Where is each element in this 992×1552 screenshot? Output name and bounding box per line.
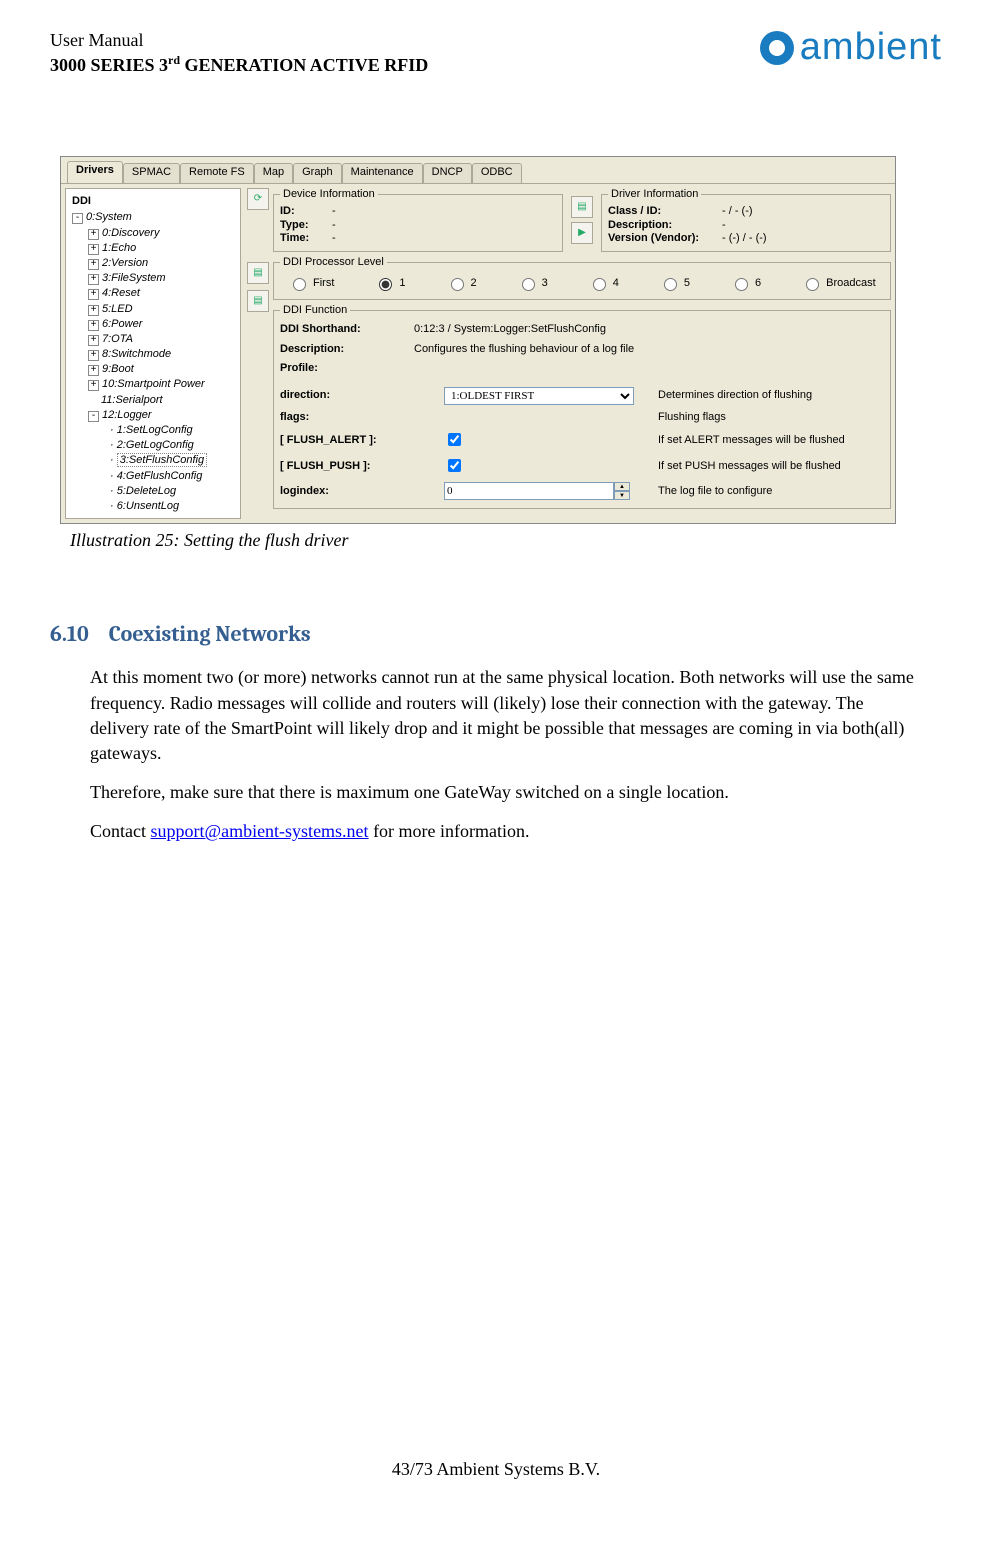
tree-node[interactable]: +9:Boot [88, 362, 238, 377]
func-help: The log file to configure [658, 485, 884, 498]
proc-level-4[interactable]: 4 [588, 275, 619, 291]
doc-icon[interactable]: ▤ [571, 196, 593, 218]
tree-node[interactable]: +6:Power [88, 317, 238, 332]
tab-map[interactable]: Map [254, 163, 293, 183]
tree-node[interactable]: 11:Serialport [88, 393, 238, 408]
func-help: Determines direction of flushing [658, 389, 884, 402]
app-tabs: DriversSPMACRemote FSMapGraphMaintenance… [61, 157, 895, 184]
sidebar-title: DDI [68, 193, 238, 210]
ddi-function-group: DDI Function DDI Shorthand:0:12:3 / Syst… [273, 304, 891, 509]
tree-leaf[interactable]: 1:SetLogConfig [110, 423, 238, 438]
proc-level-3[interactable]: 3 [517, 275, 548, 291]
func-label: logindex: [280, 485, 430, 498]
func-control[interactable] [444, 430, 644, 450]
refresh-icon[interactable]: ⟳ [247, 188, 269, 210]
tree-node[interactable]: +10:Smartpoint Power [88, 377, 238, 392]
func-help: Flushing flags [658, 411, 884, 424]
tab-spmac[interactable]: SPMAC [123, 163, 180, 183]
proc-level-broadcast[interactable]: Broadcast [801, 275, 876, 291]
section-body: At this moment two (or more) networks ca… [90, 665, 922, 844]
tree-node[interactable]: +8:Switchmode [88, 347, 238, 362]
func-control[interactable]: 1:OLDEST FIRST [444, 387, 644, 405]
app-window: DriversSPMACRemote FSMapGraphMaintenance… [60, 156, 896, 524]
tab-graph[interactable]: Graph [293, 163, 342, 183]
tree-node[interactable]: +3:FileSystem [88, 271, 238, 286]
support-mail-link[interactable]: support@ambient-systems.net [151, 821, 369, 841]
doc-title-line2: 3000 SERIES 3rd GENERATION ACTIVE RFID [50, 53, 428, 76]
func-label: [ FLUSH_PUSH ]: [280, 460, 430, 473]
doc-title-line1: User Manual [50, 30, 428, 51]
section-p3: Contact support@ambient-systems.net for … [90, 819, 922, 844]
page-header: User Manual 3000 SERIES 3rd GENERATION A… [50, 30, 942, 76]
logo-icon [760, 31, 794, 65]
sheet2-icon[interactable]: ▤ [247, 290, 269, 312]
tab-dncp[interactable]: DNCP [423, 163, 472, 183]
tree-leaf[interactable]: 6:UnsentLog [110, 499, 238, 514]
figure-caption: Illustration 25: Setting the flush drive… [70, 530, 942, 551]
tab-drivers[interactable]: Drivers [67, 161, 123, 183]
tree-leaf[interactable]: 5:DeleteLog [110, 484, 238, 499]
tree-node[interactable]: +5:LED [88, 302, 238, 317]
func-help: If set PUSH messages will be flushed [658, 460, 884, 473]
section-heading: 6.10Coexisting Networks [50, 621, 942, 647]
func-label: flags: [280, 411, 430, 424]
func-label: direction: [280, 389, 430, 402]
figure-app-screenshot: DriversSPMACRemote FSMapGraphMaintenance… [60, 156, 942, 551]
driver-info-group: Driver Information Class / ID:- / - (-) … [601, 188, 891, 252]
proc-level-5[interactable]: 5 [659, 275, 690, 291]
ddi-tree[interactable]: -0:System+0:Discovery+1:Echo+2:Version+3… [68, 210, 238, 514]
tree-leaf[interactable]: 4:GetFlushConfig [110, 469, 238, 484]
tree-node[interactable]: -12:Logger [88, 408, 238, 423]
section-p2: Therefore, make sure that there is maxim… [90, 780, 922, 805]
tree-leaf[interactable]: 2:GetLogConfig [110, 438, 238, 453]
tree-leaf[interactable]: 3:SetFlushConfig [110, 453, 238, 468]
tree-node[interactable]: +0:Discovery [88, 226, 238, 241]
processor-level-radios[interactable]: First 1 2 3 4 5 6 Broadcast [280, 273, 884, 293]
tab-maintenance[interactable]: Maintenance [342, 163, 423, 183]
func-control[interactable] [444, 456, 644, 476]
play-icon[interactable]: ▶ [571, 222, 593, 244]
tree-node[interactable]: +4:Reset [88, 286, 238, 301]
device-info-group: Device Information ID:- Type:- Time:- [273, 188, 563, 252]
section-p1: At this moment two (or more) networks ca… [90, 665, 922, 766]
tree-node[interactable]: +2:Version [88, 256, 238, 271]
logo-text: ambient [800, 26, 942, 69]
tree-node[interactable]: +1:Echo [88, 241, 238, 256]
proc-level-first[interactable]: First [288, 275, 334, 291]
sheet-icon[interactable]: ▤ [247, 262, 269, 284]
func-label: [ FLUSH_ALERT ]: [280, 434, 430, 447]
proc-level-6[interactable]: 6 [730, 275, 761, 291]
func-control[interactable]: ▲▼ [444, 482, 644, 500]
tree-root[interactable]: -0:System [72, 210, 238, 225]
func-help: If set ALERT messages will be flushed [658, 434, 884, 447]
tree-node[interactable]: +7:OTA [88, 332, 238, 347]
proc-level-1[interactable]: 1 [374, 275, 405, 291]
tab-odbc[interactable]: ODBC [472, 163, 522, 183]
proc-level-2[interactable]: 2 [446, 275, 477, 291]
vertical-toolbar-left: ⟳ ▤ ▤ [245, 184, 273, 523]
processor-level-group: DDI Processor Level First123456Broadcast [273, 256, 891, 300]
ddi-sidebar: DDI -0:System+0:Discovery+1:Echo+2:Versi… [65, 188, 241, 519]
tab-remote-fs[interactable]: Remote FS [180, 163, 254, 183]
brand-logo: ambient [760, 26, 942, 69]
page-footer: 43/73 Ambient Systems B.V. [0, 1459, 992, 1480]
